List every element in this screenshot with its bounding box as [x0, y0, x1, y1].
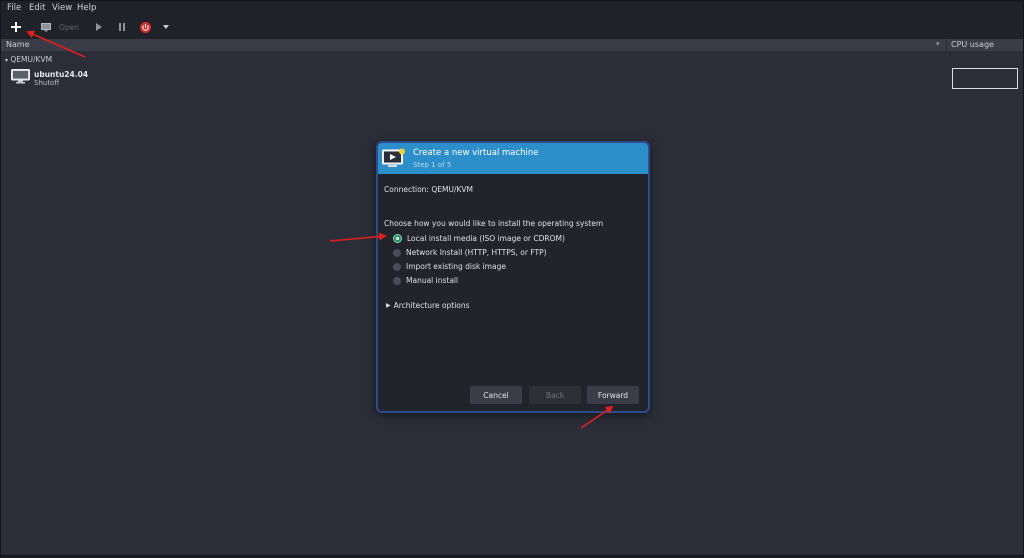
architecture-options-expander[interactable]: ▶ Architecture options [386, 301, 470, 310]
radio-label: Network Install (HTTP, HTTPS, or FTP) [406, 248, 547, 257]
radio-label: Local install media (ISO image or CDROM) [407, 234, 565, 243]
sort-chevron-icon: ▾ [936, 40, 940, 48]
monitor-icon [41, 22, 51, 31]
radio-import-disk-image[interactable]: Import existing disk image [393, 262, 506, 271]
new-vm-icon [382, 148, 405, 167]
toolbar: Open [1, 15, 1023, 39]
plus-icon [11, 22, 21, 32]
radio-label: Manual install [406, 276, 459, 285]
column-divider [946, 39, 947, 51]
radio-local-install-media[interactable]: Local install media (ISO image or CDROM) [393, 234, 565, 243]
console-button[interactable] [39, 19, 53, 35]
dialog-step: Step 1 of 5 [413, 161, 452, 169]
open-button[interactable]: Open [57, 19, 81, 35]
architecture-options-label: Architecture options [393, 301, 470, 310]
menu-help[interactable]: Help [77, 3, 96, 13]
shutdown-menu-button[interactable] [160, 19, 172, 35]
connection-group[interactable]: ▾ QEMU/KVM [5, 55, 52, 64]
menu-edit[interactable]: Edit [29, 3, 45, 13]
forward-button[interactable]: Forward [587, 386, 639, 404]
pause-icon [119, 23, 125, 31]
power-icon [139, 21, 151, 33]
connection-name: QEMU/KVM [10, 55, 53, 64]
vm-monitor-icon [11, 69, 30, 84]
expander-triangle-icon: ▶ [386, 302, 391, 309]
cpu-usage-graph [952, 68, 1018, 89]
vm-status: Shutoff [34, 79, 60, 87]
cancel-button[interactable]: Cancel [470, 386, 522, 404]
install-prompt: Choose how you would like to install the… [384, 219, 604, 228]
dialog-title: Create a new virtual machine [413, 148, 539, 158]
column-cpu-usage[interactable]: CPU usage [951, 40, 994, 49]
new-vm-button[interactable] [8, 19, 24, 35]
radio-label: Import existing disk image [406, 262, 506, 271]
play-icon [96, 23, 102, 31]
shutdown-button[interactable] [138, 19, 152, 35]
menu-view[interactable]: View [52, 3, 72, 13]
radio-icon [393, 262, 401, 271]
radio-network-install[interactable]: Network Install (HTTP, HTTPS, or FTP) [393, 248, 547, 257]
vm-name[interactable]: ubuntu24.04 [34, 70, 88, 79]
chevron-down-icon [163, 25, 169, 29]
radio-icon [393, 248, 401, 257]
column-name[interactable]: Name [6, 40, 30, 49]
radio-icon [393, 276, 401, 285]
pause-button[interactable] [115, 19, 129, 35]
expander-triangle-icon: ▾ [5, 57, 9, 64]
back-button[interactable]: Back [529, 386, 581, 404]
radio-manual-install[interactable]: Manual install [393, 276, 458, 285]
vm-list-header: Name ▾ CPU usage [1, 39, 1023, 51]
menu-file[interactable]: File [7, 3, 21, 13]
new-vm-dialog: Create a new virtual machine Step 1 of 5… [376, 141, 650, 413]
virt-manager-window: File Edit View Help Open Name ▾ CPU usag… [0, 0, 1024, 556]
connection-label: Connection: QEMU/KVM [384, 185, 473, 194]
radio-icon [393, 234, 402, 243]
menubar: File Edit View Help [1, 1, 1023, 15]
dialog-header: Create a new virtual machine Step 1 of 5 [378, 143, 648, 174]
run-button[interactable] [92, 19, 106, 35]
